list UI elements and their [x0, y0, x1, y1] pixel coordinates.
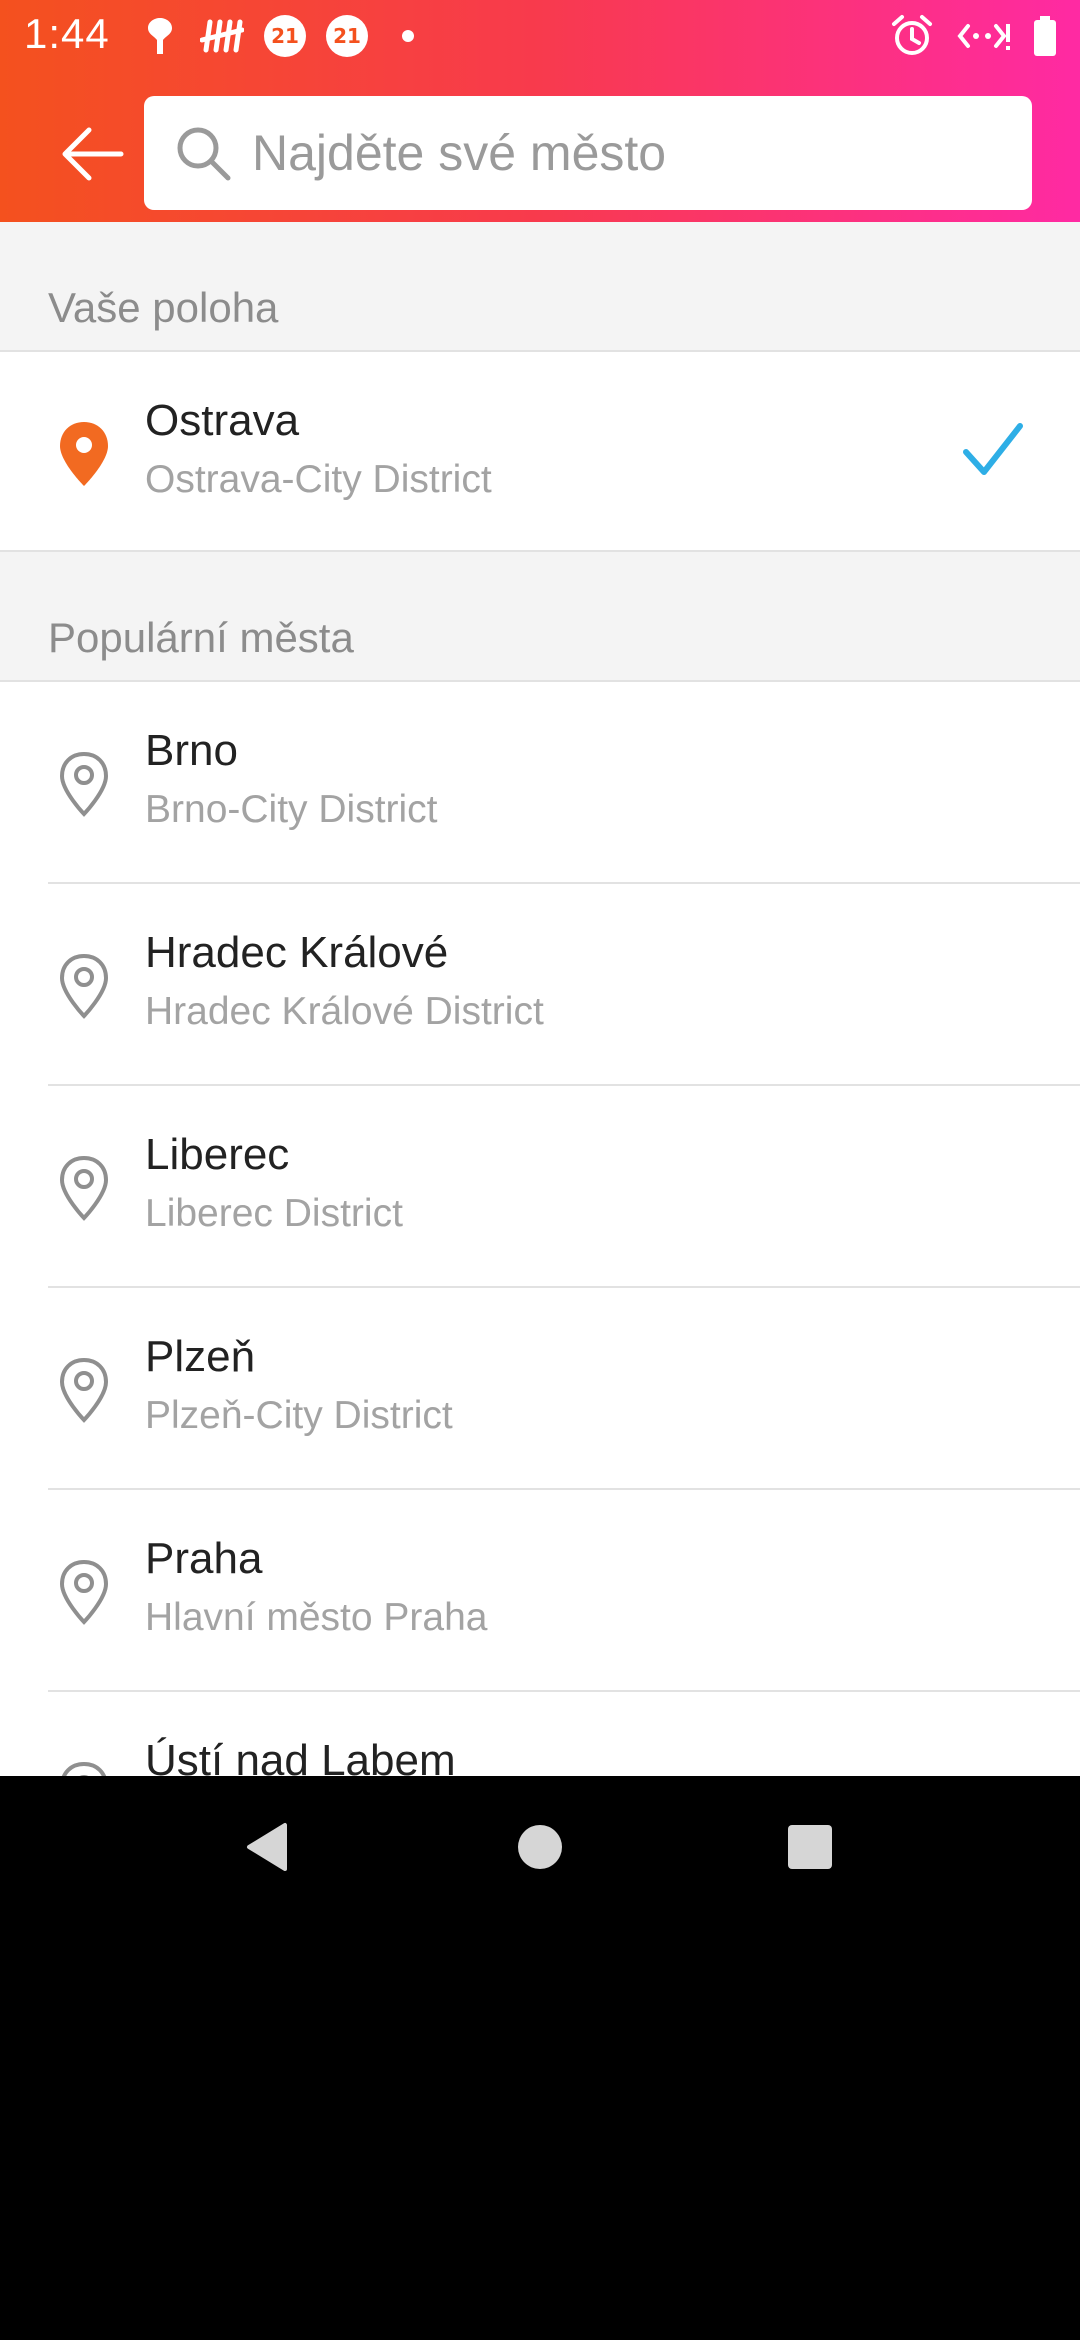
city-list-item[interactable]: Liberec Liberec District: [0, 1086, 1080, 1288]
city-subtitle: Liberec District: [145, 1192, 403, 1235]
badge-21-text: 21: [264, 15, 306, 57]
back-icon: [247, 1823, 287, 1871]
location-pin-outline-icon: [59, 1357, 109, 1423]
back-button[interactable]: [52, 118, 132, 190]
badge-21-icon: 21: [264, 15, 306, 57]
city-subtitle: Hlavní město Praha: [145, 1596, 488, 1639]
city-list-item[interactable]: Plzeň Plzeň-City District: [0, 1288, 1080, 1490]
status-right-icons: [890, 12, 1058, 60]
location-pin-outline-icon: [59, 1155, 109, 1221]
search-icon: [177, 127, 231, 181]
alarm-icon: [890, 14, 934, 58]
section-title: Vaše poloha: [48, 284, 279, 331]
nav-recents-button[interactable]: [765, 1802, 855, 1892]
arrow-left-icon: [62, 127, 124, 181]
header: 1:44 21 21: [0, 0, 1080, 222]
popular-cities-list: Brno Brno-City District Hradec Králové Hrad…: [0, 682, 1080, 1776]
nav-back-button[interactable]: [222, 1802, 312, 1892]
recents-icon: [788, 1825, 832, 1869]
city-title: Hradec Králové: [145, 928, 449, 977]
city-title: Liberec: [145, 1130, 290, 1179]
navigation-bar: [0, 1776, 1080, 1916]
city-subtitle: Brno-City District: [145, 788, 438, 831]
city-list-item[interactable]: Ústí nad Labem: [0, 1692, 1080, 1776]
city-title: Ostrava: [145, 396, 300, 445]
status-time: 1:44: [24, 10, 110, 57]
data-sync-icon: [956, 18, 1010, 54]
current-location-item[interactable]: Ostrava Ostrava-City District: [0, 352, 1080, 552]
location-pin-outline-icon: [59, 1559, 109, 1625]
status-bar: 1:44 21 21: [0, 0, 1080, 72]
location-pin-outline-icon: [61, 1761, 107, 1776]
badge-21-icon: 21: [326, 15, 368, 57]
drop-icon: [140, 14, 180, 58]
home-icon: [518, 1825, 562, 1869]
section-header-location: Vaše poloha: [0, 222, 1080, 352]
city-title: Plzeň: [145, 1332, 256, 1381]
city-subtitle: Ostrava-City District: [145, 458, 492, 501]
city-title: Praha: [145, 1534, 263, 1583]
city-list-item[interactable]: Praha Hlavní město Praha: [0, 1490, 1080, 1692]
city-list-item[interactable]: Hradec Králové Hradec Králové District: [0, 884, 1080, 1086]
section-title: Populární města: [48, 614, 354, 661]
city-list: Vaše poloha Ostrava Ostrava-City Distric…: [0, 222, 1080, 1776]
location-pin-outline-icon: [59, 751, 109, 817]
city-title: Brno: [145, 726, 238, 775]
notification-dot-icon: [402, 30, 414, 42]
city-list-item[interactable]: Brno Brno-City District: [0, 682, 1080, 884]
search-box[interactable]: [144, 96, 1032, 210]
checkmark-icon: [963, 423, 1023, 475]
city-subtitle: Plzeň-City District: [145, 1394, 453, 1437]
status-left-icons: 21 21: [140, 12, 414, 60]
search-input[interactable]: [252, 116, 1012, 190]
screen: 1:44 21 21 Najděte své město Vaše poloha…: [0, 0, 1080, 2340]
section-header-popular: Populární města: [0, 552, 1080, 682]
badge-21-text: 21: [326, 15, 368, 57]
battery-icon: [1032, 14, 1058, 58]
city-title: Ústí nad Labem: [145, 1736, 456, 1776]
location-pin-outline-icon: [59, 953, 109, 1019]
nav-home-button[interactable]: [495, 1802, 585, 1892]
city-subtitle: Hradec Králové District: [145, 990, 544, 1033]
location-pin-filled-icon: [60, 422, 108, 486]
tally-icon: [200, 16, 244, 56]
